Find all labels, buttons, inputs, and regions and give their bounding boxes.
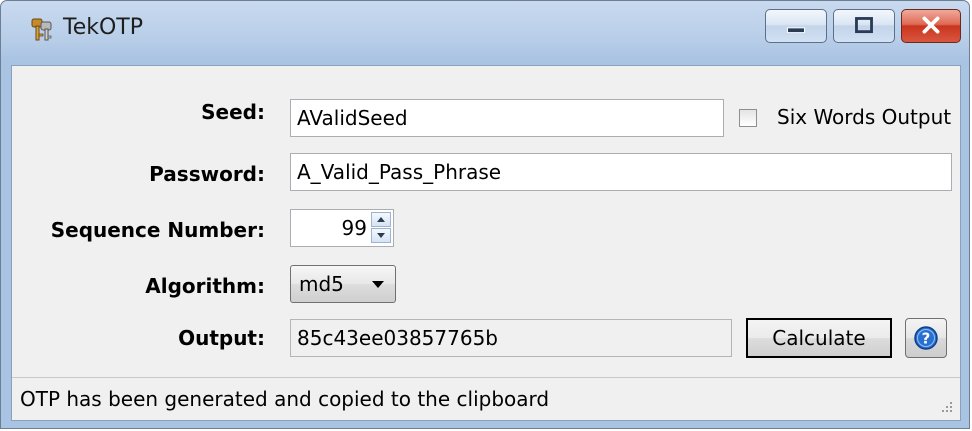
password-label: Password: <box>149 162 265 186</box>
status-message: OTP has been generated and copied to the… <box>20 387 550 411</box>
password-input[interactable]: A_Valid_Pass_Phrase <box>290 153 952 191</box>
algorithm-label: Algorithm: <box>145 274 265 298</box>
minimize-icon <box>787 27 805 34</box>
app-window: TekOTP Seed: AValidSeed Six Words Output… <box>0 0 970 429</box>
help-button[interactable]: ? <box>905 318 947 358</box>
help-icon: ? <box>914 326 938 350</box>
stepper-up-button[interactable] <box>371 212 391 227</box>
sequence-number-value: 99 <box>341 216 367 240</box>
seed-label: Seed: <box>201 100 265 124</box>
six-words-checkbox[interactable] <box>739 109 757 127</box>
sequence-number-stepper[interactable]: 99 <box>290 209 394 247</box>
algorithm-value: md5 <box>299 272 344 296</box>
output-label: Output: <box>178 326 265 350</box>
calculate-button[interactable]: Calculate <box>746 318 892 358</box>
chevron-down-icon <box>372 281 384 288</box>
seed-input[interactable]: AValidSeed <box>290 99 724 137</box>
form-panel: Seed: AValidSeed Six Words Output Passwo… <box>11 65 961 421</box>
window-title: TekOTP <box>63 15 143 40</box>
status-bar: OTP has been generated and copied to the… <box>12 377 960 420</box>
maximize-icon <box>855 17 873 34</box>
close-icon <box>922 16 940 34</box>
resize-grip-icon[interactable] <box>938 398 954 414</box>
algorithm-select[interactable]: md5 <box>290 265 396 303</box>
output-field[interactable]: 85c43ee03857765b <box>290 319 732 357</box>
chevron-down-icon <box>377 233 385 238</box>
maximize-button[interactable] <box>833 9 895 43</box>
chevron-up-icon <box>377 217 385 222</box>
close-button[interactable] <box>901 9 961 43</box>
six-words-label[interactable]: Six Words Output <box>777 105 951 129</box>
stepper-down-button[interactable] <box>371 228 391 243</box>
minimize-button[interactable] <box>765 9 827 43</box>
stepper-arrows <box>371 212 391 244</box>
svg-text:?: ? <box>922 330 931 348</box>
sequence-number-label: Sequence Number: <box>50 218 265 242</box>
title-bar[interactable]: TekOTP <box>1 1 969 65</box>
keys-icon <box>31 18 52 41</box>
